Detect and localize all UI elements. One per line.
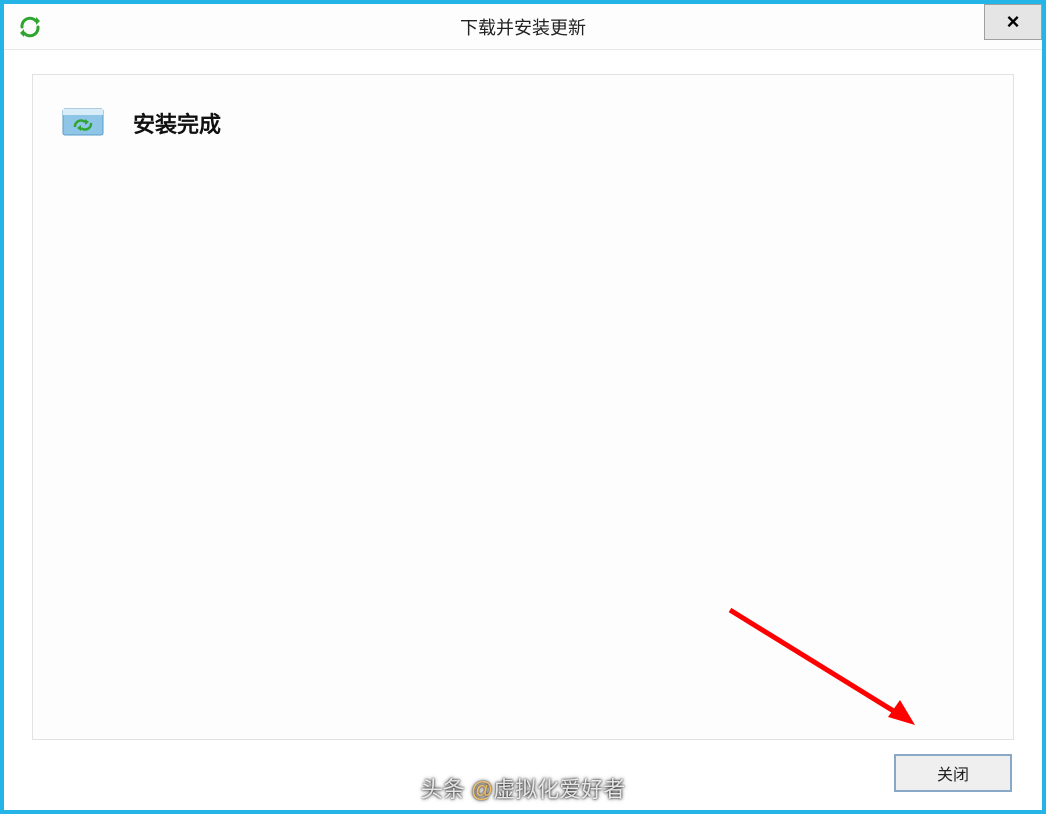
dialog-window: 下载并安装更新 × 安装完成 [0,0,1046,814]
content-area: 安装完成 关闭 [4,50,1042,810]
refresh-arrows-icon [18,15,42,39]
window-title: 下载并安装更新 [4,14,1042,40]
status-row: 安装完成 [61,105,985,141]
titlebar: 下载并安装更新 × [4,4,1042,50]
dialog-footer: 关闭 [32,754,1014,792]
close-button[interactable]: 关闭 [894,754,1012,792]
install-complete-icon [61,105,105,141]
main-panel: 安装完成 [32,74,1014,740]
status-heading: 安装完成 [133,107,221,139]
window-close-button[interactable]: × [984,4,1042,40]
close-icon: × [1007,11,1020,33]
